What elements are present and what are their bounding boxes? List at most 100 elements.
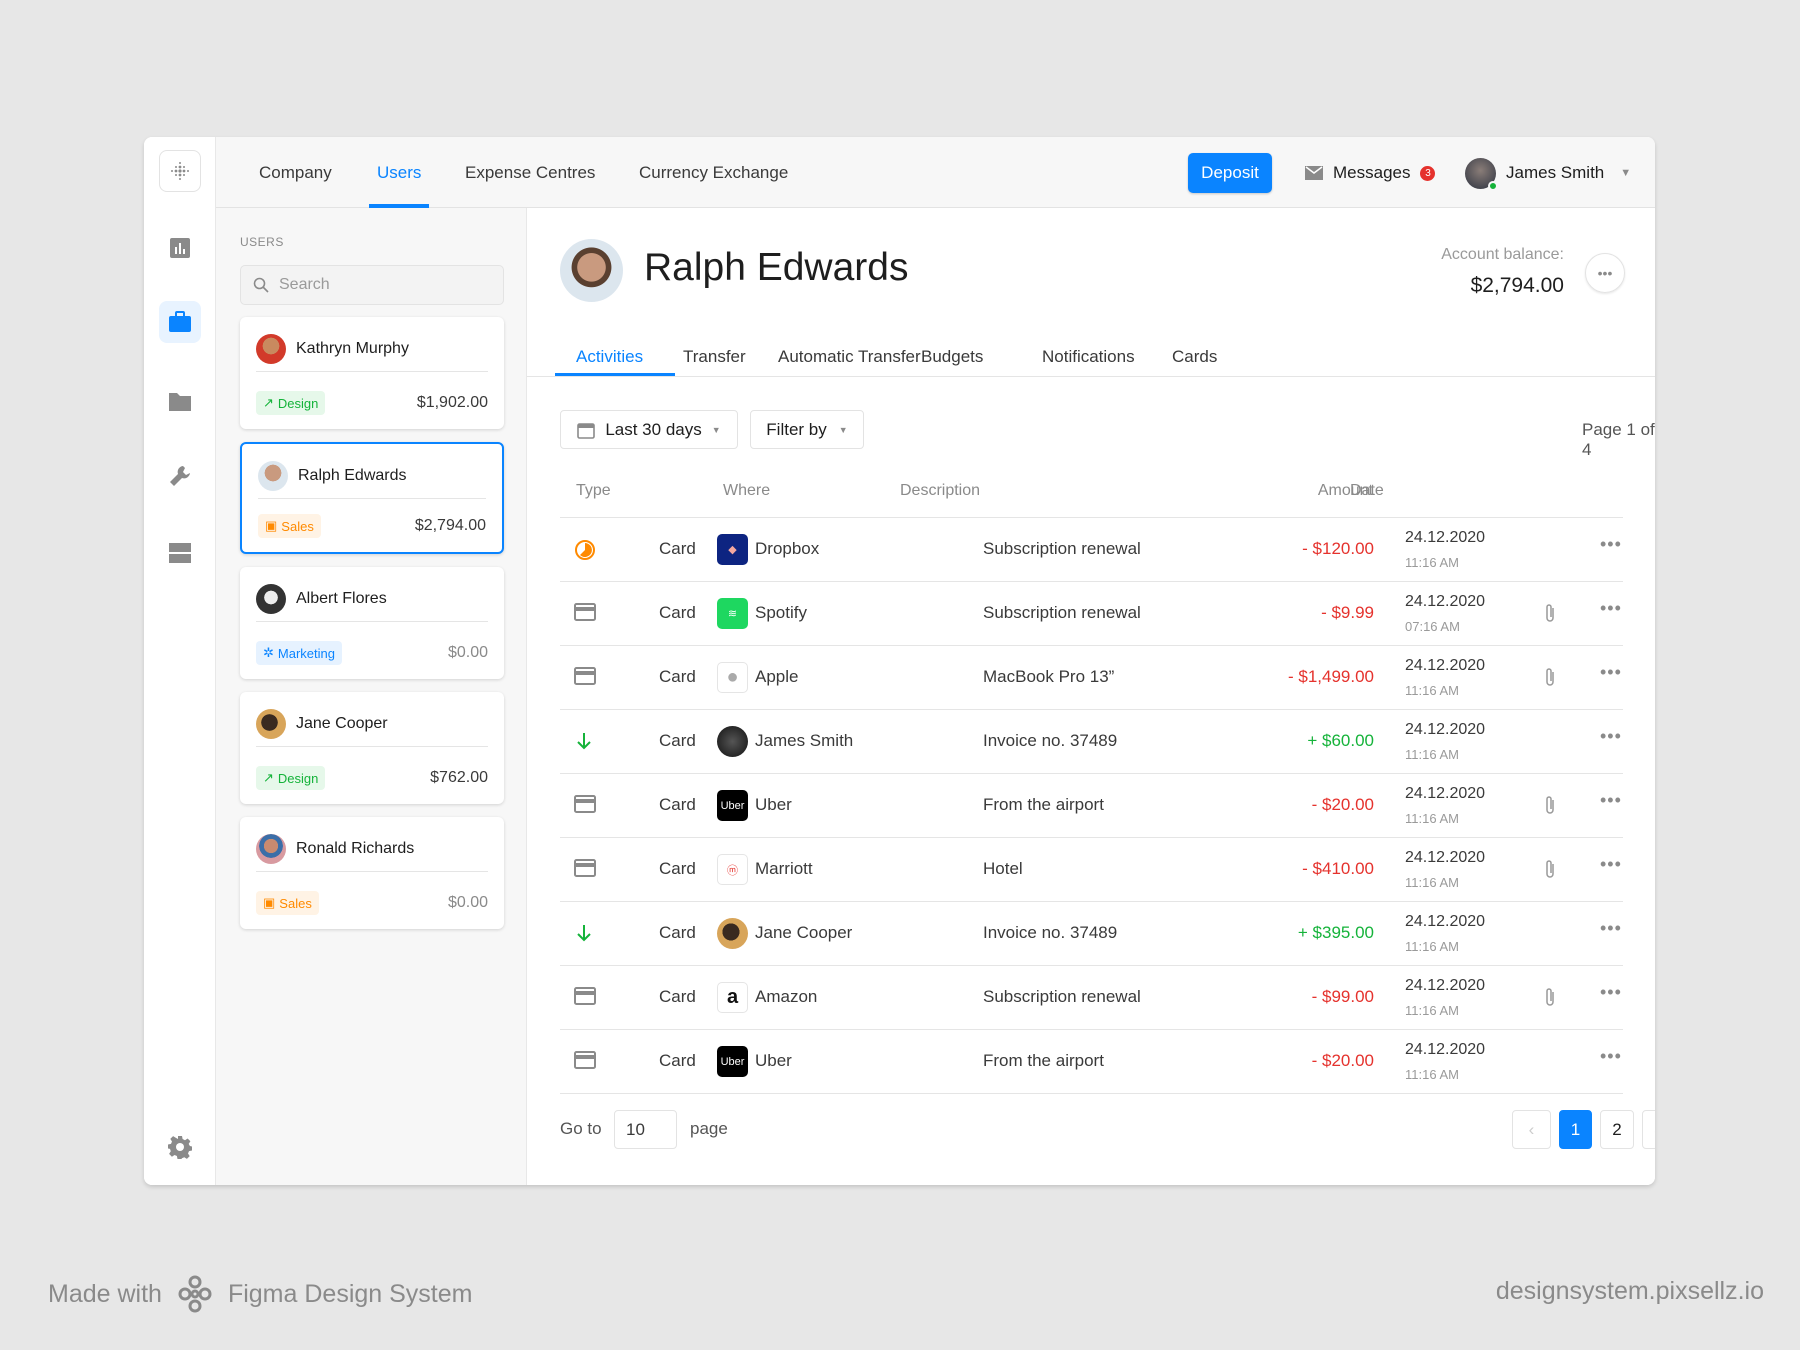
messages-label: Messages [1333, 163, 1411, 182]
user-avatar [256, 834, 286, 864]
tab-budgets[interactable]: Budgets [921, 347, 983, 367]
row-more-icon[interactable]: ••• [1600, 1046, 1622, 1067]
row-more-icon[interactable]: ••• [1600, 598, 1622, 619]
user-amount: $0.00 [447, 894, 488, 911]
card-icon [574, 603, 596, 626]
row-more-icon[interactable]: ••• [1600, 918, 1622, 939]
nav-currency-exchange[interactable]: Currency Exchange [639, 137, 788, 208]
pagination-prev-button[interactable]: ‹ [1512, 1110, 1551, 1149]
description-cell: Invoice no. 37489 [983, 731, 1118, 750]
department-label: Sales [281, 518, 314, 534]
pagination-page-1[interactable]: 1 [1559, 1110, 1592, 1149]
tab-cards[interactable]: Cards [1172, 347, 1217, 367]
chart-icon[interactable] [159, 227, 201, 269]
time-cell: 11:16 AM [1405, 555, 1459, 570]
attachment-icon[interactable] [1543, 986, 1557, 1013]
deposit-button[interactable]: Deposit [1188, 153, 1272, 193]
nav-expense-centres[interactable]: Expense Centres [465, 137, 595, 208]
user-card[interactable]: Kathryn Murphy ↗ Design $1,902.00 [240, 317, 504, 429]
table-row[interactable]: Card Jane Cooper Invoice no. 37489 + $39… [560, 901, 1623, 965]
nav-users[interactable]: Users [368, 137, 430, 208]
time-cell: 11:16 AM [1405, 875, 1459, 890]
attachment-icon[interactable] [1543, 666, 1557, 693]
table-bottom-divider [560, 1093, 1623, 1094]
app-window: Company Users Expense Centres Currency E… [144, 137, 1655, 1185]
attachment-icon[interactable] [1543, 858, 1557, 885]
table-row[interactable]: Card Uber Uber From the airport - $20.00… [560, 773, 1623, 837]
date-cell: 24.12.2020 [1405, 1041, 1486, 1058]
pagination-page-3[interactable]: 3 [1642, 1110, 1655, 1149]
date-range-label: Last 30 days [605, 419, 702, 439]
uber-logo-icon: Uber [717, 790, 748, 821]
caret-down-icon: ▼ [711, 424, 721, 435]
filter-by-dropdown[interactable]: Filter by ▼ [750, 410, 864, 449]
table-row[interactable]: Card a Amazon Subscription renewal - $99… [560, 965, 1623, 1029]
table-row[interactable]: Card ◆ Dropbox Subscription renewal - $1… [560, 517, 1623, 581]
attachment-icon[interactable] [1543, 602, 1557, 629]
top-bar: Company Users Expense Centres Currency E… [216, 137, 1655, 208]
more-options-button[interactable]: ••• [1585, 253, 1625, 293]
user-card[interactable]: Albert Flores ✲ Marketing $0.00 [240, 567, 504, 679]
date-cell: 24.12.2020 [1405, 657, 1486, 674]
table-row[interactable]: Card James Smith Invoice no. 37489 + $60… [560, 709, 1623, 773]
row-more-icon[interactable]: ••• [1600, 854, 1622, 875]
date-cell: 24.12.2020 [1405, 913, 1486, 930]
time-cell: 11:16 AM [1405, 1003, 1459, 1018]
tab-activities[interactable]: Activities [576, 347, 643, 367]
time-cell: 07:16 AM [1405, 619, 1460, 634]
row-more-icon[interactable]: ••• [1600, 726, 1622, 747]
amount-cell: - $1,499.00 [1287, 667, 1374, 686]
amount-cell: - $9.99 [1321, 603, 1374, 622]
search-input[interactable]: Search [240, 265, 504, 305]
user-name: James Smith [1506, 163, 1605, 182]
pagination-page-2[interactable]: 2 [1600, 1110, 1634, 1149]
row-more-icon[interactable]: ••• [1600, 790, 1622, 811]
amount-cell: + $395.00 [1297, 923, 1374, 942]
table-row[interactable]: Card Uber Uber From the airport - $20.00… [560, 1029, 1623, 1093]
goto-page-input[interactable]: 10 [614, 1110, 677, 1149]
tab-notifications[interactable]: Notifications [1042, 347, 1135, 367]
chevron-left-icon: ‹ [1528, 1119, 1535, 1139]
card-icon [574, 987, 596, 1010]
user-menu[interactable]: James Smith ▼ [1465, 157, 1632, 191]
calendar-icon [577, 422, 596, 439]
description-cell: Subscription renewal [983, 603, 1141, 622]
profile-avatar [560, 239, 623, 302]
row-more-icon[interactable]: ••• [1600, 982, 1622, 1003]
description-cell: Subscription renewal [983, 987, 1141, 1006]
description-cell: MacBook Pro 13” [983, 667, 1115, 686]
header-type: Type [576, 482, 611, 499]
messages-count-badge: 3 [1420, 165, 1436, 181]
online-status-dot [1488, 180, 1498, 191]
settings-gear-icon[interactable] [159, 1126, 201, 1168]
row-more-icon[interactable]: ••• [1600, 534, 1622, 555]
briefcase-icon[interactable] [159, 301, 201, 343]
main-panel: Ralph Edwards Account balance: $2,794.00… [527, 208, 1655, 1185]
caret-down-icon: ▼ [1620, 167, 1632, 179]
folder-icon[interactable] [159, 380, 201, 422]
tab-transfer[interactable]: Transfer [683, 347, 746, 367]
table-row[interactable]: Card ≋ Spotify Subscription renewal - $9… [560, 581, 1623, 645]
attachment-icon[interactable] [1543, 794, 1557, 821]
app-logo-icon[interactable] [159, 150, 201, 192]
user-card[interactable]: Jane Cooper ↗ Design $762.00 [240, 692, 504, 804]
user-card[interactable]: Ronald Richards ▣ Sales $0.00 [240, 817, 504, 929]
messages-button[interactable]: Messages 3 [1305, 159, 1436, 187]
row-more-icon[interactable]: ••• [1600, 662, 1622, 683]
date-range-dropdown[interactable]: Last 30 days ▼ [560, 410, 738, 449]
wrench-icon[interactable] [159, 455, 201, 497]
spotify-logo-icon: ≋ [717, 598, 748, 629]
description-cell: From the airport [983, 1051, 1104, 1070]
james-smith-logo-icon [717, 726, 748, 757]
user-avatar [1465, 157, 1498, 191]
user-card[interactable]: Ralph Edwards ▣ Sales $2,794.00 [240, 442, 504, 554]
where-cell: Uber [755, 795, 792, 814]
server-icon[interactable] [159, 532, 201, 574]
tab-automatic-transfer[interactable]: Automatic Transfer [778, 347, 921, 367]
nav-company[interactable]: Company [259, 137, 332, 208]
department-tag: ↗ Design [256, 391, 326, 415]
header-description: Description [900, 482, 981, 499]
table-row[interactable]: Card ● Apple MacBook Pro 13” - $1,499.00… [560, 645, 1623, 709]
user-name: Kathryn Murphy [296, 340, 409, 357]
table-row[interactable]: Card ⓜ Marriott Hotel - $410.00 24.12.20… [560, 837, 1623, 901]
